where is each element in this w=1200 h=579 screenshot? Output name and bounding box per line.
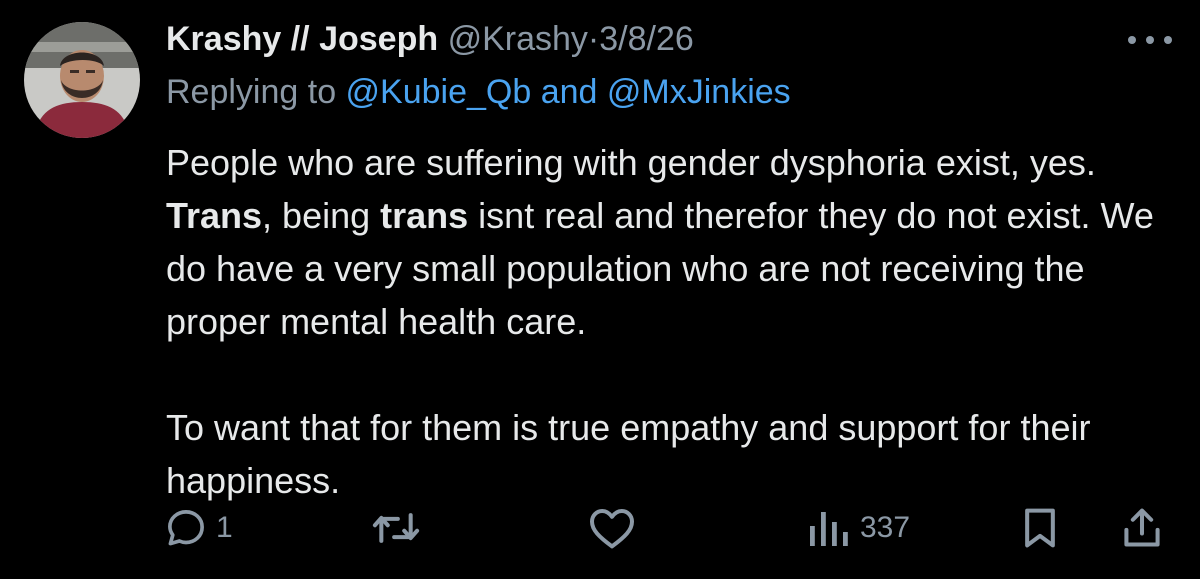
tweet-date[interactable]: 3/8/26 (599, 20, 694, 58)
tweet-paragraph: To want that for them is true empathy an… (166, 407, 1091, 501)
more-horizontal-icon[interactable] (1128, 34, 1172, 46)
heart-icon (590, 509, 634, 549)
replying-to: Replying to @Kubie_Qb and @MxJinkies (166, 71, 791, 113)
user-handle[interactable]: @Krashy (448, 20, 588, 58)
tweet-paragraph: People who are suffering with gender dys… (166, 136, 1166, 348)
tweet-header: Krashy // Joseph @Krashy·3/8/26 (166, 18, 694, 60)
bold-text: Trans (166, 195, 263, 236)
replying-prefix: Replying to (166, 73, 346, 111)
retweet-button[interactable] (372, 500, 420, 556)
avatar[interactable] (24, 22, 140, 138)
share-button[interactable] (1120, 500, 1164, 556)
bold-text: trans (380, 195, 469, 236)
avatar-image (24, 22, 140, 138)
more-dot (1146, 36, 1154, 44)
reply-button[interactable]: 1 (164, 500, 233, 556)
tweet[interactable]: Krashy // Joseph @Krashy·3/8/26 Replying… (0, 0, 1200, 579)
views-button[interactable]: 337 (804, 500, 910, 556)
more-dot (1128, 36, 1136, 44)
bookmark-icon (1025, 508, 1055, 548)
text-span: People who are suffering with gender dys… (166, 142, 1096, 183)
retweet-icon (372, 513, 420, 543)
reply-count: 1 (216, 511, 233, 544)
more-dot (1164, 36, 1172, 44)
bookmark-button[interactable] (1018, 500, 1062, 556)
display-name[interactable]: Krashy // Joseph (166, 20, 438, 58)
share-icon (1124, 508, 1160, 547)
reply-mentions[interactable]: @Kubie_Qb and @MxJinkies (346, 73, 791, 111)
views-icon (810, 512, 848, 546)
tweet-text: People who are suffering with gender dys… (166, 136, 1166, 507)
reply-icon (168, 510, 204, 546)
like-button[interactable] (588, 500, 636, 556)
views-count: 337 (860, 511, 911, 544)
text-span: , being (262, 195, 381, 236)
action-bar: 1 337 (0, 500, 1200, 556)
separator-dot: · (587, 20, 600, 58)
